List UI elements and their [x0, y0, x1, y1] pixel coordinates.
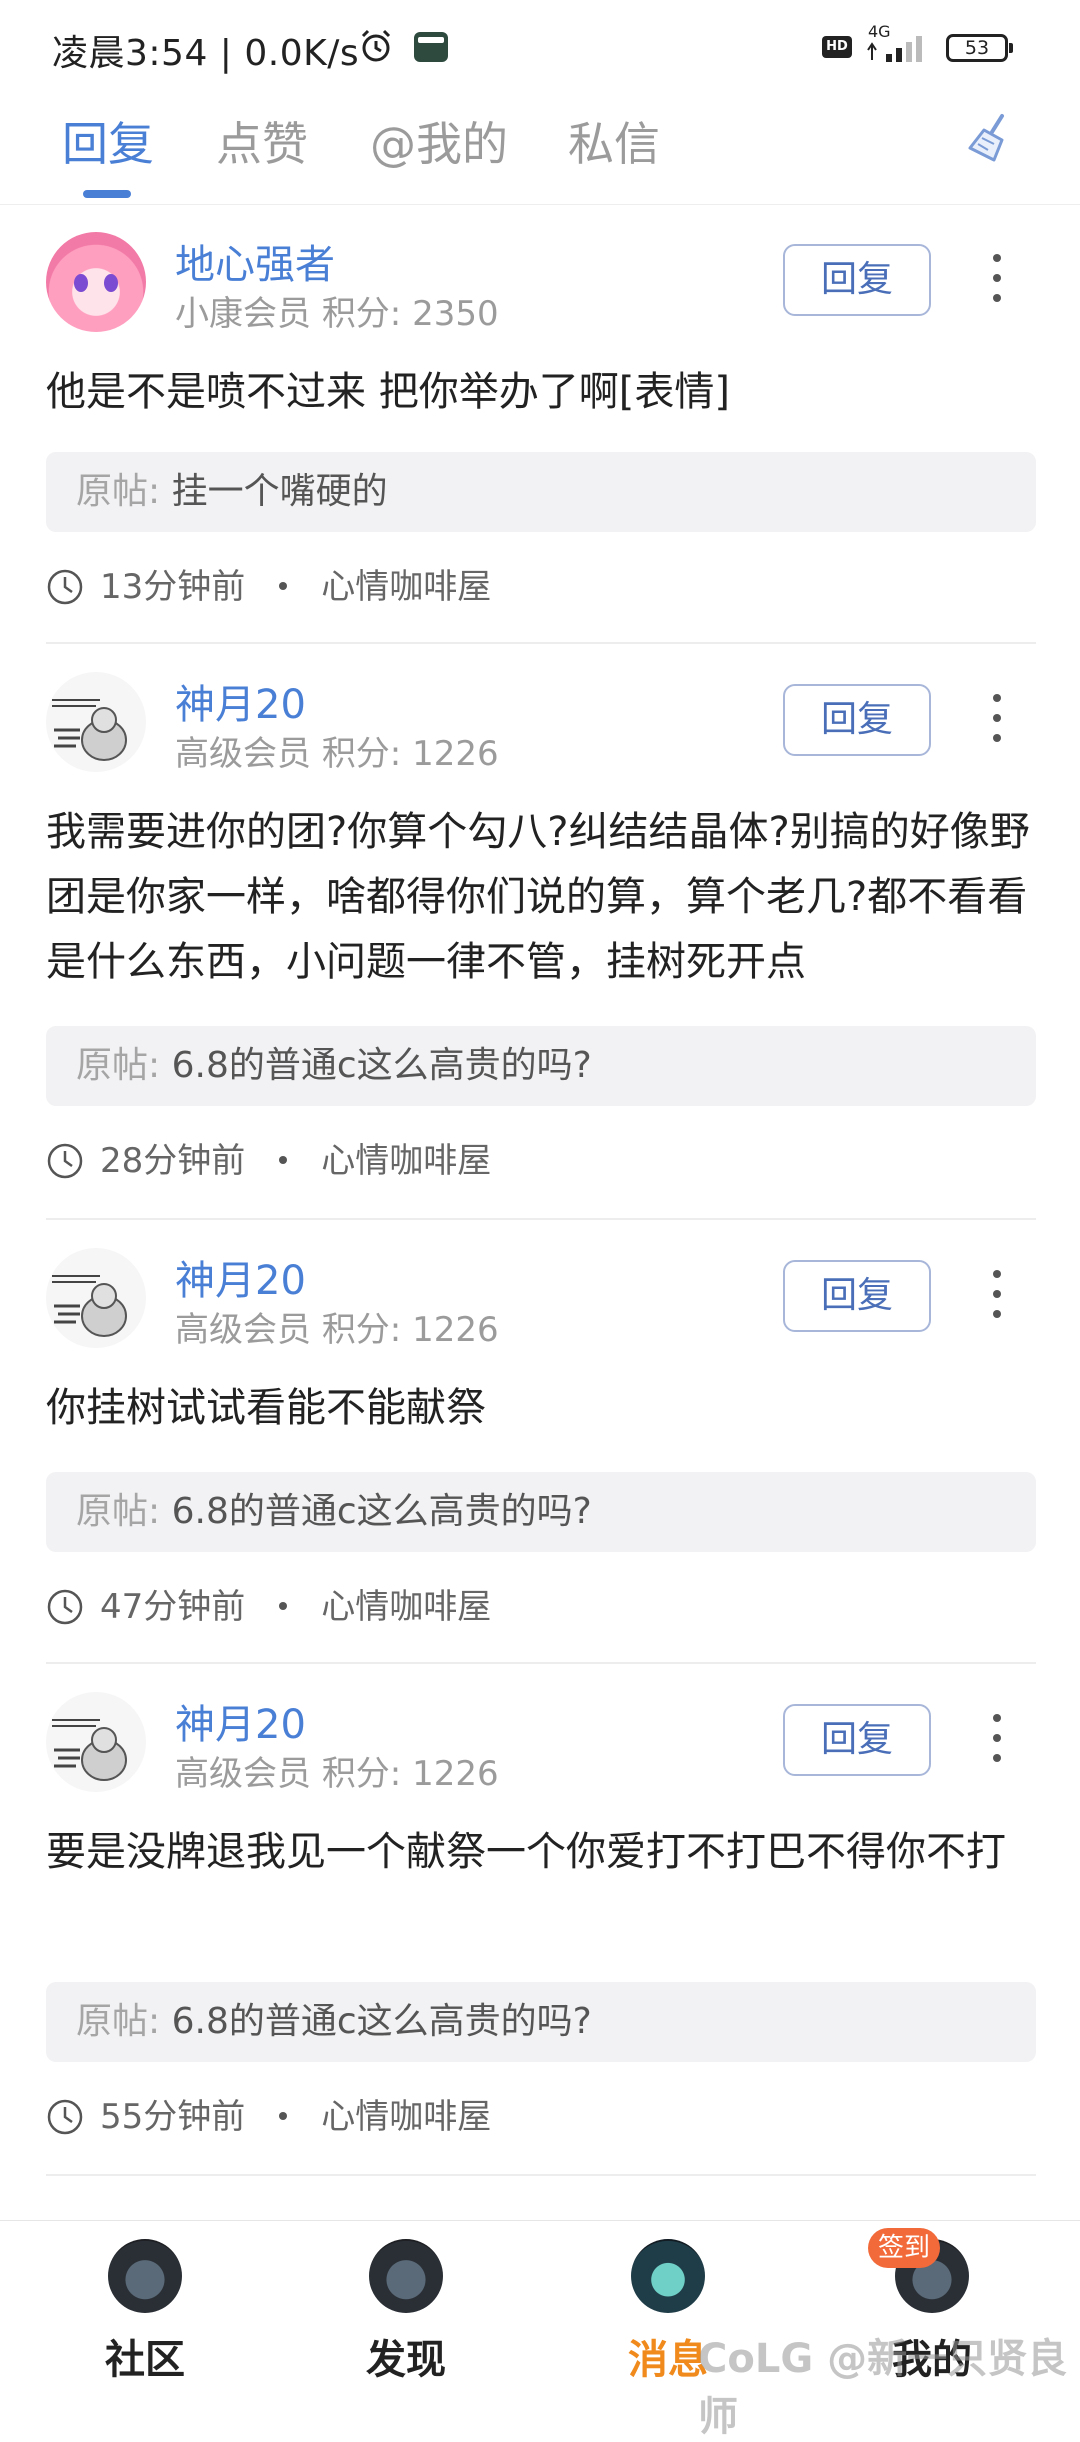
member-level: 高级会员	[175, 734, 311, 774]
nav-discover[interactable]: 发现	[316, 2239, 496, 2385]
message-footer: 47分钟前 心情咖啡屋	[46, 1582, 491, 1632]
message-tabs: 回复 点赞 @我的 私信	[0, 96, 1080, 205]
original-post-title: 6.8的普通c这么高贵的吗?	[171, 2001, 592, 2042]
discover-icon	[369, 2239, 443, 2313]
sketch-cat-avatar-icon	[52, 1719, 127, 1781]
message-footer: 28分钟前 心情咖啡屋	[46, 1136, 491, 1186]
separator-dot	[279, 582, 288, 590]
original-post-label: 原帖:	[76, 1491, 161, 1532]
divider	[46, 2174, 1036, 2176]
reply-button[interactable]: 回复	[783, 684, 931, 756]
message-content: 你挂树试试看能不能献祭	[46, 1385, 486, 1431]
reply-button[interactable]: 回复	[783, 1704, 931, 1776]
forum-name[interactable]: 心情咖啡屋	[321, 1587, 491, 1627]
user-points: 积分: 2350	[321, 294, 499, 334]
sketch-cat-avatar-icon	[52, 1275, 127, 1337]
member-level: 高级会员	[175, 1754, 311, 1794]
original-post[interactable]: 原帖: 6.8的普通c这么高贵的吗?	[46, 1026, 1036, 1106]
watermark: CoLG @新一只贤良师	[698, 2336, 1068, 2440]
divider	[46, 1218, 1036, 1220]
forum-name[interactable]: 心情咖啡屋	[321, 1141, 491, 1181]
reply-button[interactable]: 回复	[783, 244, 931, 316]
clear-broom-icon[interactable]	[964, 110, 1020, 166]
message-content: 我需要进你的团?你算个勾八?纠结结晶体?别搞的好像野团是你家一样，啥都得你们说的…	[46, 809, 1030, 985]
member-level: 小康会员	[175, 294, 311, 334]
user-points: 积分: 1226	[321, 1310, 499, 1350]
hd-icon: HD	[822, 36, 852, 58]
user-meta: 高级会员 积分: 1226	[175, 1302, 499, 1351]
active-tab-indicator	[83, 190, 131, 198]
message-content: 他是不是喷不过来 把你举办了啊[表情]	[46, 369, 730, 415]
avatar[interactable]	[46, 1248, 146, 1348]
app-notification-icon	[414, 32, 448, 62]
time-ago: 13分钟前	[100, 567, 246, 607]
avatar[interactable]	[46, 1692, 146, 1792]
original-post-title: 6.8的普通c这么高贵的吗?	[171, 1491, 592, 1532]
avatar[interactable]	[46, 232, 146, 332]
username[interactable]: 神月20	[175, 1248, 306, 1306]
alarm-icon	[361, 29, 391, 62]
avatar[interactable]	[46, 672, 146, 772]
more-options-icon[interactable]	[984, 1710, 1008, 1770]
user-points: 积分: 1226	[321, 734, 499, 774]
original-post-title: 6.8的普通c这么高贵的吗?	[171, 1045, 592, 1086]
message-footer: 55分钟前 心情咖啡屋	[46, 2092, 491, 2142]
battery-icon: 53	[946, 34, 1013, 62]
separator-dot	[279, 2112, 288, 2120]
member-level: 高级会员	[175, 1310, 311, 1350]
time-ago: 55分钟前	[100, 2097, 246, 2137]
username[interactable]: 地心强者	[175, 232, 335, 290]
divider	[46, 642, 1036, 644]
user-points: 积分: 1226	[321, 1754, 499, 1794]
message-footer: 13分钟前 心情咖啡屋	[46, 562, 491, 612]
tab-reply[interactable]: 回复	[62, 108, 154, 174]
original-post-label: 原帖:	[76, 1045, 161, 1086]
status-time: 凌晨3:54 | 0.0K/s	[52, 33, 360, 74]
nav-label: 社区	[105, 2337, 185, 2383]
forum-name[interactable]: 心情咖啡屋	[321, 2097, 491, 2137]
nav-community[interactable]: 社区	[55, 2239, 235, 2385]
original-post[interactable]: 原帖: 6.8的普通c这么高贵的吗?	[46, 1982, 1036, 2062]
user-meta: 小康会员 积分: 2350	[175, 286, 499, 335]
separator-dot	[279, 1156, 288, 1164]
tab-likes[interactable]: 点赞	[216, 108, 308, 174]
separator-dot	[279, 1602, 288, 1610]
signal-icon	[867, 36, 922, 62]
nav-label: 发现	[366, 2337, 446, 2383]
time-ago: 47分钟前	[100, 1587, 246, 1627]
clock-icon	[47, 2099, 83, 2135]
clock-icon	[47, 1589, 83, 1625]
community-icon	[108, 2239, 182, 2313]
clock-icon	[47, 1143, 83, 1179]
sketch-cat-avatar-icon	[52, 699, 127, 761]
time-ago: 28分钟前	[100, 1141, 246, 1181]
original-post-label: 原帖:	[76, 2001, 161, 2042]
username[interactable]: 神月20	[175, 1692, 306, 1750]
clock-icon	[47, 569, 83, 605]
original-post-title: 挂一个嘴硬的	[171, 471, 388, 512]
username[interactable]: 神月20	[175, 672, 306, 730]
tab-private-messages[interactable]: 私信	[568, 108, 660, 174]
reply-button[interactable]: 回复	[783, 1260, 931, 1332]
original-post[interactable]: 原帖: 挂一个嘴硬的	[46, 452, 1036, 532]
more-options-icon[interactable]	[984, 1266, 1008, 1326]
checkin-badge[interactable]: 签到	[868, 2228, 940, 2268]
divider	[46, 1662, 1036, 1664]
more-options-icon[interactable]	[984, 250, 1008, 310]
user-meta: 高级会员 积分: 1226	[175, 1746, 499, 1795]
message-content: 要是没牌退我见一个献祭一个你爱打不打巴不得你不打	[46, 1829, 1006, 1875]
original-post[interactable]: 原帖: 6.8的普通c这么高贵的吗?	[46, 1472, 1036, 1552]
status-bar: 凌晨3:54 | 0.0K/s HD 4G 53	[0, 0, 1080, 96]
more-options-icon[interactable]	[984, 690, 1008, 750]
forum-name[interactable]: 心情咖啡屋	[321, 567, 491, 607]
original-post-label: 原帖:	[76, 471, 161, 512]
message-icon	[631, 2239, 705, 2313]
user-meta: 高级会员 积分: 1226	[175, 726, 499, 775]
tab-mentions[interactable]: @我的	[370, 108, 508, 174]
